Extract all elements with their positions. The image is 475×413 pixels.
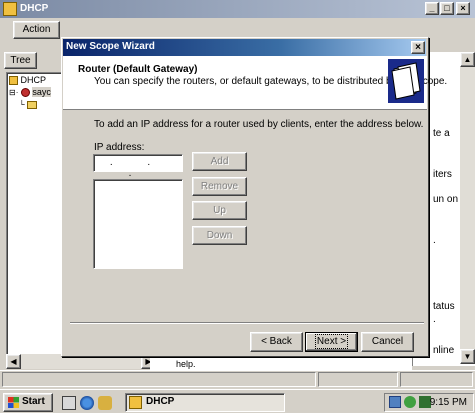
system-tray: 9:15 PM xyxy=(384,393,474,412)
internet-explorer-icon[interactable] xyxy=(80,396,94,410)
help-text: help. xyxy=(150,358,412,370)
ip-address-label: IP address: xyxy=(94,142,145,153)
tab-tree[interactable]: Tree xyxy=(4,52,37,69)
windows-flag-icon xyxy=(8,397,19,408)
down-button[interactable]: Down xyxy=(192,226,247,245)
status-panel-3 xyxy=(400,372,473,387)
tree-item-dhcp[interactable]: DHCP xyxy=(9,75,46,86)
close-icon[interactable]: × xyxy=(411,41,425,54)
maximize-icon[interactable]: □ xyxy=(440,2,454,15)
cancel-button[interactable]: Cancel xyxy=(361,332,414,352)
book-folder-icon xyxy=(388,59,424,103)
scroll-up-icon[interactable]: ▲ xyxy=(460,52,475,67)
vertical-scrollbar[interactable]: ▲ ▼ xyxy=(460,52,475,364)
wizard-title: New Scope Wizard xyxy=(66,41,155,52)
ip-address-field[interactable]: . . . xyxy=(93,154,183,179)
tree-item-server[interactable]: ⊟· sayc xyxy=(9,87,51,98)
tree-pane[interactable]: DHCP ⊟· sayc └ xyxy=(6,72,64,364)
outlook-express-icon[interactable] xyxy=(98,396,112,410)
start-button[interactable]: Start xyxy=(3,393,53,412)
wizard-titlebar[interactable]: New Scope Wizard xyxy=(63,39,426,56)
instruction-text: To add an IP address for a router used b… xyxy=(94,119,424,130)
background-window-titlebar[interactable]: DHCP _ □ × xyxy=(0,0,475,18)
status-panel-1 xyxy=(2,372,316,387)
wizard-separator xyxy=(70,322,424,324)
status-panel-2 xyxy=(318,372,398,387)
minimize-icon[interactable]: _ xyxy=(425,2,439,15)
server-icon xyxy=(20,88,30,98)
wizard-page-title: Router (Default Gateway) xyxy=(78,64,198,75)
dhcp-icon xyxy=(9,76,18,86)
scroll-down-icon[interactable]: ▼ xyxy=(460,349,475,364)
back-button[interactable]: < Back xyxy=(250,332,303,352)
background-window-title: DHCP xyxy=(20,3,49,14)
remove-button[interactable]: Remove xyxy=(192,177,247,196)
next-button[interactable]: Next > xyxy=(305,332,358,352)
network-tray-icon[interactable] xyxy=(389,396,401,408)
tree-item-scope[interactable]: └ xyxy=(19,99,38,109)
show-desktop-icon[interactable] xyxy=(62,396,76,410)
add-button[interactable]: Add xyxy=(192,152,247,171)
menu-action[interactable]: Action xyxy=(13,21,60,39)
up-button[interactable]: Up xyxy=(192,201,247,220)
dhcp-icon xyxy=(129,396,142,409)
taskbar-item-dhcp[interactable]: DHCP xyxy=(125,393,285,412)
folder-icon xyxy=(27,100,38,109)
volume-tray-icon[interactable] xyxy=(404,396,416,408)
close-icon[interactable]: × xyxy=(456,2,470,15)
clock: 9:15 PM xyxy=(429,397,467,408)
router-list[interactable] xyxy=(93,179,183,269)
dhcp-icon xyxy=(3,2,17,16)
scroll-left-icon[interactable]: ◀ xyxy=(6,354,21,369)
